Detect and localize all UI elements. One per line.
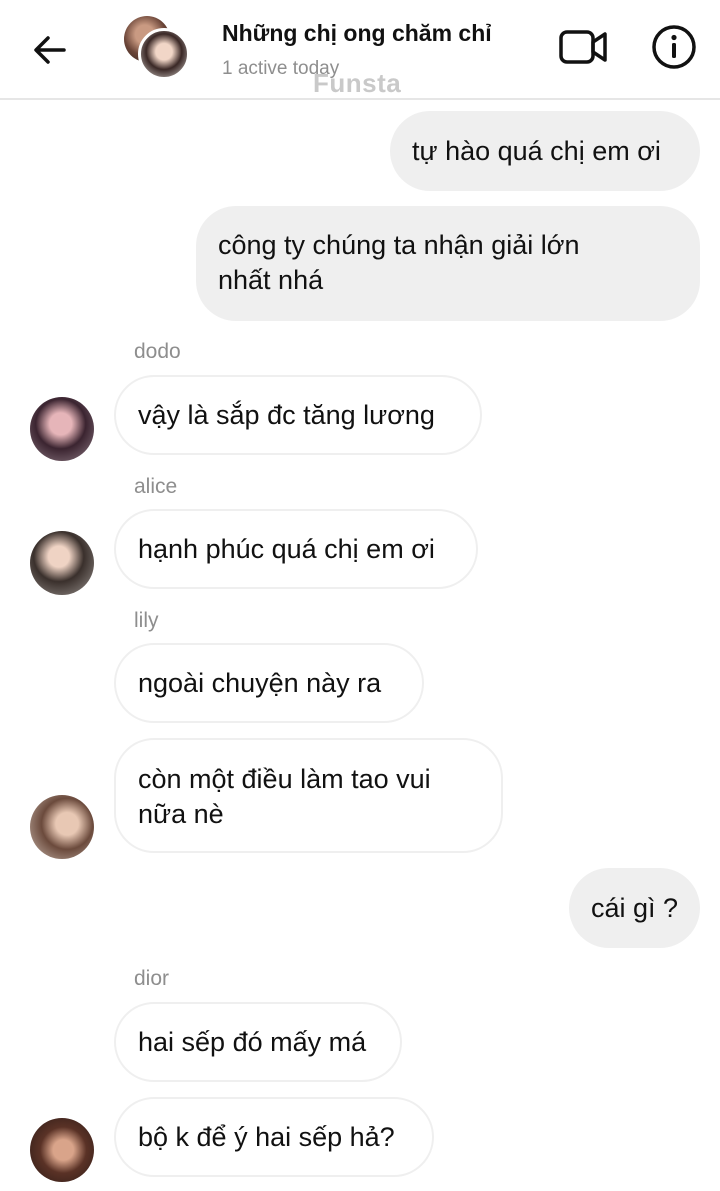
- message-text-line: nữa nè: [138, 799, 224, 829]
- avatar-alice[interactable]: [30, 531, 94, 595]
- message-text-line: còn một điều làm tao vui: [138, 764, 431, 794]
- message-text: ngoài chuyện này ra: [138, 667, 382, 698]
- message-bubble-incoming[interactable]: hai sếp đó mấy má: [114, 1002, 402, 1082]
- back-button[interactable]: [28, 28, 72, 72]
- message-text: hạnh phúc quá chị em ơi: [138, 533, 435, 564]
- sender-name: dior: [134, 967, 170, 990]
- message-text-line: nhất nhá: [218, 265, 324, 295]
- message-text: bộ k để ý hai sếp hả?: [138, 1121, 395, 1152]
- chat-header: Những chị ong chăm chỉ 1 active today Fu…: [0, 0, 720, 100]
- message-bubble-outgoing[interactable]: công ty chúng ta nhận giải lớn nhất nhá: [196, 206, 700, 321]
- info-icon: [652, 25, 696, 69]
- message-text-line: công ty chúng ta nhận giải lớn: [218, 230, 580, 260]
- watermark: Funsta: [313, 68, 402, 98]
- sender-name: alice: [134, 475, 178, 498]
- message-bubble-incoming[interactable]: hạnh phúc quá chị em ơi: [114, 509, 478, 589]
- video-call-button[interactable]: [556, 24, 610, 70]
- sender-name: dodo: [134, 340, 181, 363]
- sender-name: lily: [134, 609, 159, 632]
- avatar-lily[interactable]: [30, 795, 94, 859]
- message-text: hai sếp đó mấy má: [138, 1026, 367, 1057]
- chat-title[interactable]: Những chị ong chăm chỉ: [222, 20, 492, 47]
- group-avatar[interactable]: [124, 16, 190, 82]
- avatar-dodo[interactable]: [30, 397, 94, 461]
- message-bubble-incoming[interactable]: vậy là sắp đc tăng lương: [114, 375, 482, 455]
- message-bubble-incoming[interactable]: bộ k để ý hai sếp hả?: [114, 1097, 434, 1177]
- message-bubble-outgoing[interactable]: tự hào quá chị em ơi: [390, 111, 700, 191]
- message-bubble-incoming[interactable]: ngoài chuyện này ra: [114, 643, 424, 723]
- message-bubble-incoming[interactable]: còn một điều làm tao vui nữa nè: [114, 738, 503, 853]
- message-bubble-outgoing[interactable]: cái gì ?: [569, 868, 700, 948]
- avatar-dior[interactable]: [30, 1118, 94, 1182]
- arrow-left-icon: [34, 36, 66, 64]
- message-text: cái gì ?: [591, 892, 679, 923]
- message-text: tự hào quá chị em ơi: [412, 135, 661, 166]
- group-avatar-photo-front: [138, 28, 190, 80]
- message-text: vậy là sắp đc tăng lương: [138, 399, 435, 430]
- info-button[interactable]: [650, 23, 698, 71]
- video-camera-icon: [559, 30, 607, 64]
